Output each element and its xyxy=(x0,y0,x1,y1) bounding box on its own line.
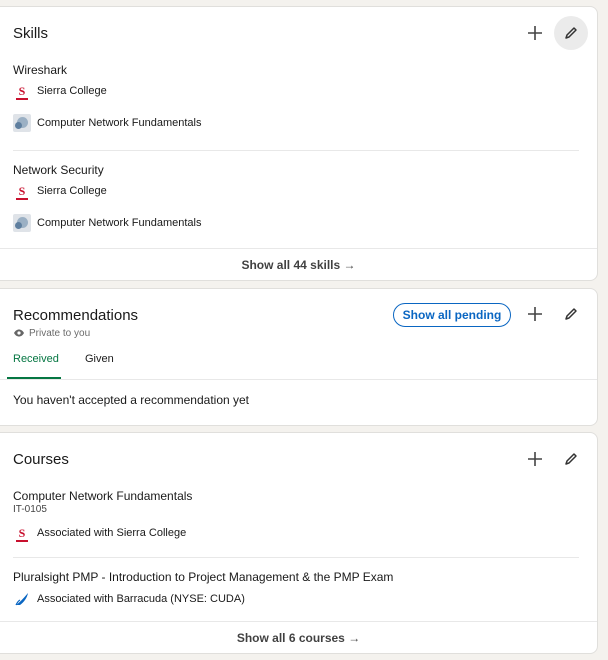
plus-icon xyxy=(528,307,542,321)
course-association: Associated with Sierra College xyxy=(37,527,187,539)
skill-school-row: S Sierra College xyxy=(13,82,107,100)
edit-recommendations-button[interactable] xyxy=(554,297,588,331)
tabs-divider xyxy=(0,379,597,380)
divider xyxy=(13,150,579,151)
eye-icon xyxy=(14,329,24,337)
show-all-courses-link[interactable]: Show all 6 courses → xyxy=(0,621,597,653)
tab-received[interactable]: Received xyxy=(13,353,59,365)
skill-school: Sierra College xyxy=(37,85,107,97)
skill-name[interactable]: Network Security xyxy=(13,163,104,177)
add-skill-button[interactable] xyxy=(518,16,552,50)
tab-given[interactable]: Given xyxy=(85,353,114,365)
barracuda-logo xyxy=(13,590,31,608)
show-all-pending-button[interactable]: Show all pending xyxy=(393,303,511,327)
skill-course: Computer Network Fundamentals xyxy=(37,117,202,129)
skill-course-row: Computer Network Fundamentals xyxy=(13,214,201,232)
plus-icon xyxy=(528,26,542,40)
recommendations-title: Recommendations xyxy=(13,307,139,324)
empty-recommendations-message: You haven't accepted a recommendation ye… xyxy=(13,393,250,407)
skill-name[interactable]: Wireshark xyxy=(13,63,67,77)
pencil-icon xyxy=(565,308,577,320)
add-recommendation-button[interactable] xyxy=(518,297,552,331)
course-name[interactable]: Computer Network Fundamentals xyxy=(13,489,192,503)
edit-skills-button[interactable] xyxy=(554,16,588,50)
pencil-icon xyxy=(565,453,577,465)
skills-title: Skills xyxy=(13,25,49,42)
sierra-college-logo: S xyxy=(15,526,28,542)
visibility-row: Private to you xyxy=(13,327,90,339)
course-code: IT-0105 xyxy=(13,504,47,515)
show-all-skills-link[interactable]: Show all 44 skills → xyxy=(0,248,597,280)
skill-school: Sierra College xyxy=(37,185,107,197)
courses-title: Courses xyxy=(13,451,69,468)
pencil-icon xyxy=(565,27,577,39)
edit-courses-button[interactable] xyxy=(554,442,588,476)
skill-course-row: Computer Network Fundamentals xyxy=(13,114,201,132)
divider xyxy=(13,557,579,558)
add-course-button[interactable] xyxy=(518,442,552,476)
course-association: Associated with Barracuda (NYSE: CUDA) xyxy=(37,593,245,605)
sierra-college-logo: S xyxy=(15,184,28,200)
courses-card: Courses Computer Network Fundamentals IT… xyxy=(0,432,598,654)
plus-icon xyxy=(528,452,542,466)
visibility-label: Private to you xyxy=(29,327,91,339)
recommendations-card: Recommendations Private to you Show all … xyxy=(0,288,598,426)
course-logo xyxy=(13,114,31,132)
course-association-row: S Associated with Sierra College xyxy=(13,524,186,542)
course-name[interactable]: Pluralsight PMP - Introduction to Projec… xyxy=(13,570,393,584)
skill-school-row: S Sierra College xyxy=(13,182,107,200)
course-logo xyxy=(13,214,31,232)
skill-course: Computer Network Fundamentals xyxy=(37,217,202,229)
course-association-row: Associated with Barracuda (NYSE: CUDA) xyxy=(13,590,245,608)
skills-card: Skills Wireshark S Sierra College Comput… xyxy=(0,6,598,281)
sierra-college-logo: S xyxy=(15,84,28,100)
